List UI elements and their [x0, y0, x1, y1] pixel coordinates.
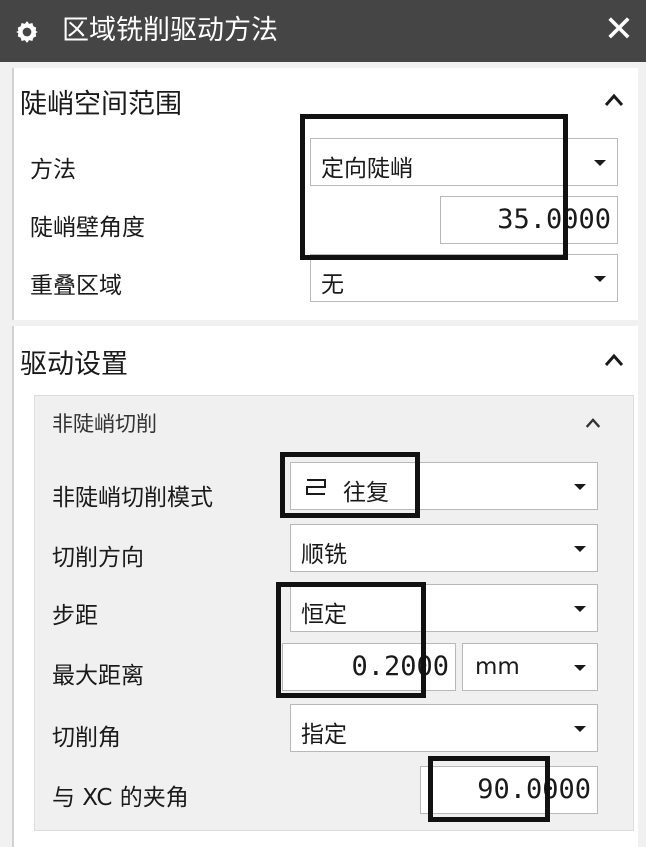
steep-section-title[interactable]: 陡峭空间范围 [20, 82, 182, 121]
unit-select[interactable]: mm [462, 643, 598, 691]
stepover-select[interactable]: 恒定 [290, 584, 598, 632]
max-distance-label: 最大距离 [52, 663, 144, 689]
cut-pattern-select[interactable]: 往复 [290, 462, 598, 510]
overlap-select[interactable]: 无 [310, 254, 618, 302]
dropdown-arrow-icon [574, 606, 586, 612]
close-button[interactable]: ✕ [602, 12, 636, 48]
zigzag-pattern-icon [306, 479, 326, 495]
cut-angle-select[interactable]: 指定 [290, 704, 598, 752]
dialog-title: 区域铣削驱动方法 [62, 15, 278, 46]
drive-section-title[interactable]: 驱动设置 [20, 342, 128, 381]
wall-angle-input[interactable]: 35.0000 [440, 196, 618, 244]
collapse-icon[interactable] [582, 412, 604, 434]
max-distance-input[interactable]: 0.2000 [282, 643, 456, 691]
cut-angle-label: 切削角 [52, 725, 121, 751]
xc-angle-input[interactable]: 90.0000 [420, 766, 598, 814]
dialog-titlebar: 区域铣削驱动方法 ✕ [0, 0, 646, 62]
overlap-label: 重叠区域 [30, 273, 122, 299]
method-select[interactable]: 定向陡峭 [310, 138, 618, 186]
method-value: 定向陡峭 [321, 156, 413, 182]
overlap-value: 无 [321, 272, 344, 298]
dropdown-arrow-icon [594, 276, 606, 282]
cut-direction-label: 切削方向 [52, 545, 144, 571]
xc-angle-label: 与 XC 的夹角 [52, 785, 189, 811]
dropdown-arrow-icon [574, 484, 586, 490]
collapse-icon[interactable] [600, 86, 628, 114]
gear-icon [16, 21, 38, 43]
max-distance-value: 0.2000 [351, 651, 449, 682]
method-label: 方法 [30, 157, 76, 183]
cut-direction-value: 顺铣 [301, 542, 347, 568]
unit-value: mm [475, 654, 520, 680]
stepover-label: 步距 [52, 603, 98, 629]
dropdown-arrow-icon [594, 160, 606, 166]
cut-pattern-label: 非陡峭切削模式 [52, 485, 213, 511]
non-steep-subsection-title[interactable]: 非陡峭切削 [52, 408, 157, 438]
cut-direction-select[interactable]: 顺铣 [290, 524, 598, 572]
dropdown-arrow-icon [574, 546, 586, 552]
dropdown-arrow-icon [574, 665, 586, 671]
xc-angle-value: 90.0000 [477, 774, 591, 805]
wall-angle-value: 35.0000 [497, 204, 611, 235]
cut-angle-value: 指定 [301, 722, 347, 748]
wall-angle-label: 陡峭壁角度 [30, 215, 145, 241]
stepover-value: 恒定 [301, 602, 347, 628]
dropdown-arrow-icon [574, 726, 586, 732]
cut-pattern-value: 往复 [343, 480, 389, 506]
collapse-icon[interactable] [600, 346, 628, 374]
